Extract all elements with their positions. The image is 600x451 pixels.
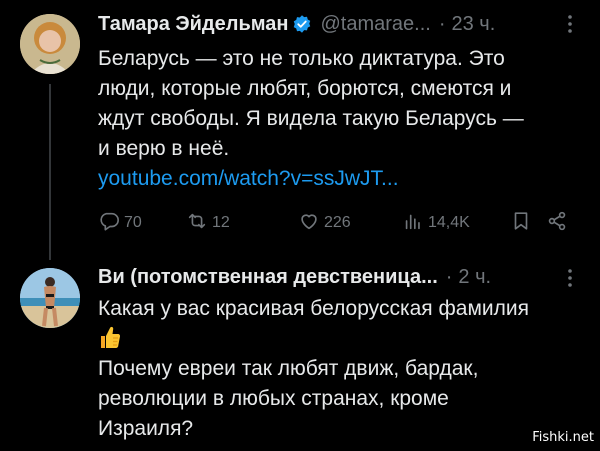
timestamp[interactable]: 2 ч. — [458, 264, 491, 290]
more-options-icon[interactable] — [558, 266, 582, 290]
tweet-text-line: революции в любых странах, кроме — [98, 387, 449, 410]
heart-icon — [298, 210, 320, 237]
repost-count: 12 — [212, 214, 230, 231]
tweet-text-line: Какая у вас красивая белорусская фамилия — [98, 297, 529, 320]
tweet-1[interactable]: Тамара Эйдельман @tamarae... · 23 ч. Бел… — [0, 0, 600, 260]
repost-button[interactable]: 12 — [186, 210, 230, 236]
repost-icon — [186, 210, 208, 237]
tweet-text-line: и верю в неё. — [98, 137, 230, 160]
share-icon — [546, 210, 568, 237]
reply-count: 70 — [124, 214, 142, 231]
author-name[interactable]: Тамара Эйдельман — [98, 11, 288, 37]
reply-button[interactable]: 70 — [98, 210, 142, 236]
tweet-text: Какая у вас красивая белорусская фамилия… — [98, 294, 588, 444]
reply-icon — [98, 210, 120, 237]
tweet-header: Ви (потомственная девственица... · 2 ч. — [98, 264, 491, 290]
verified-badge-icon — [292, 14, 312, 34]
views-button[interactable]: 14,4K — [402, 210, 470, 236]
avatar[interactable] — [20, 14, 80, 74]
separator-dot: · — [438, 13, 446, 35]
tweet-text-line: люди, которые любят, борются, смеются и — [98, 77, 512, 100]
tweet-2[interactable]: Ви (потомственная девственица... · 2 ч. … — [0, 256, 600, 451]
more-options-icon[interactable] — [558, 12, 582, 36]
tweet-text-line: Израиля? — [98, 417, 194, 440]
thumbs-up-icon — [98, 324, 588, 354]
views-chart-icon — [402, 210, 424, 237]
author-handle[interactable]: @tamarae... — [320, 11, 430, 37]
tweet-link[interactable]: youtube.com/watch?v=ssJwJT... — [98, 164, 588, 194]
bookmark-button[interactable] — [510, 210, 532, 236]
tweet-text: Беларусь — это не только диктатура. Это … — [98, 44, 588, 194]
timestamp[interactable]: 23 ч. — [451, 11, 495, 37]
views-count: 14,4K — [428, 214, 470, 231]
watermark: Fishki.net — [532, 430, 594, 445]
like-count: 226 — [324, 214, 351, 231]
thread-line — [49, 84, 51, 260]
like-button[interactable]: 226 — [298, 210, 351, 236]
tweet-text-line: Беларусь — это не только диктатура. Это — [98, 47, 505, 70]
share-button[interactable] — [546, 210, 568, 236]
tweet-header: Тамара Эйдельман @tamarae... · 23 ч. — [98, 11, 495, 37]
avatar[interactable] — [20, 268, 80, 328]
tweet-text-line: Почему евреи так любят движ, бардак, — [98, 357, 479, 380]
separator-dot: · — [445, 266, 453, 288]
bookmark-icon — [510, 210, 532, 237]
tweet-text-line: ждут свободы. Я видела такую Беларусь — — [98, 107, 524, 130]
action-bar: 70 12 226 14,4K — [98, 210, 588, 236]
author-name[interactable]: Ви (потомственная девственица... — [98, 264, 438, 290]
